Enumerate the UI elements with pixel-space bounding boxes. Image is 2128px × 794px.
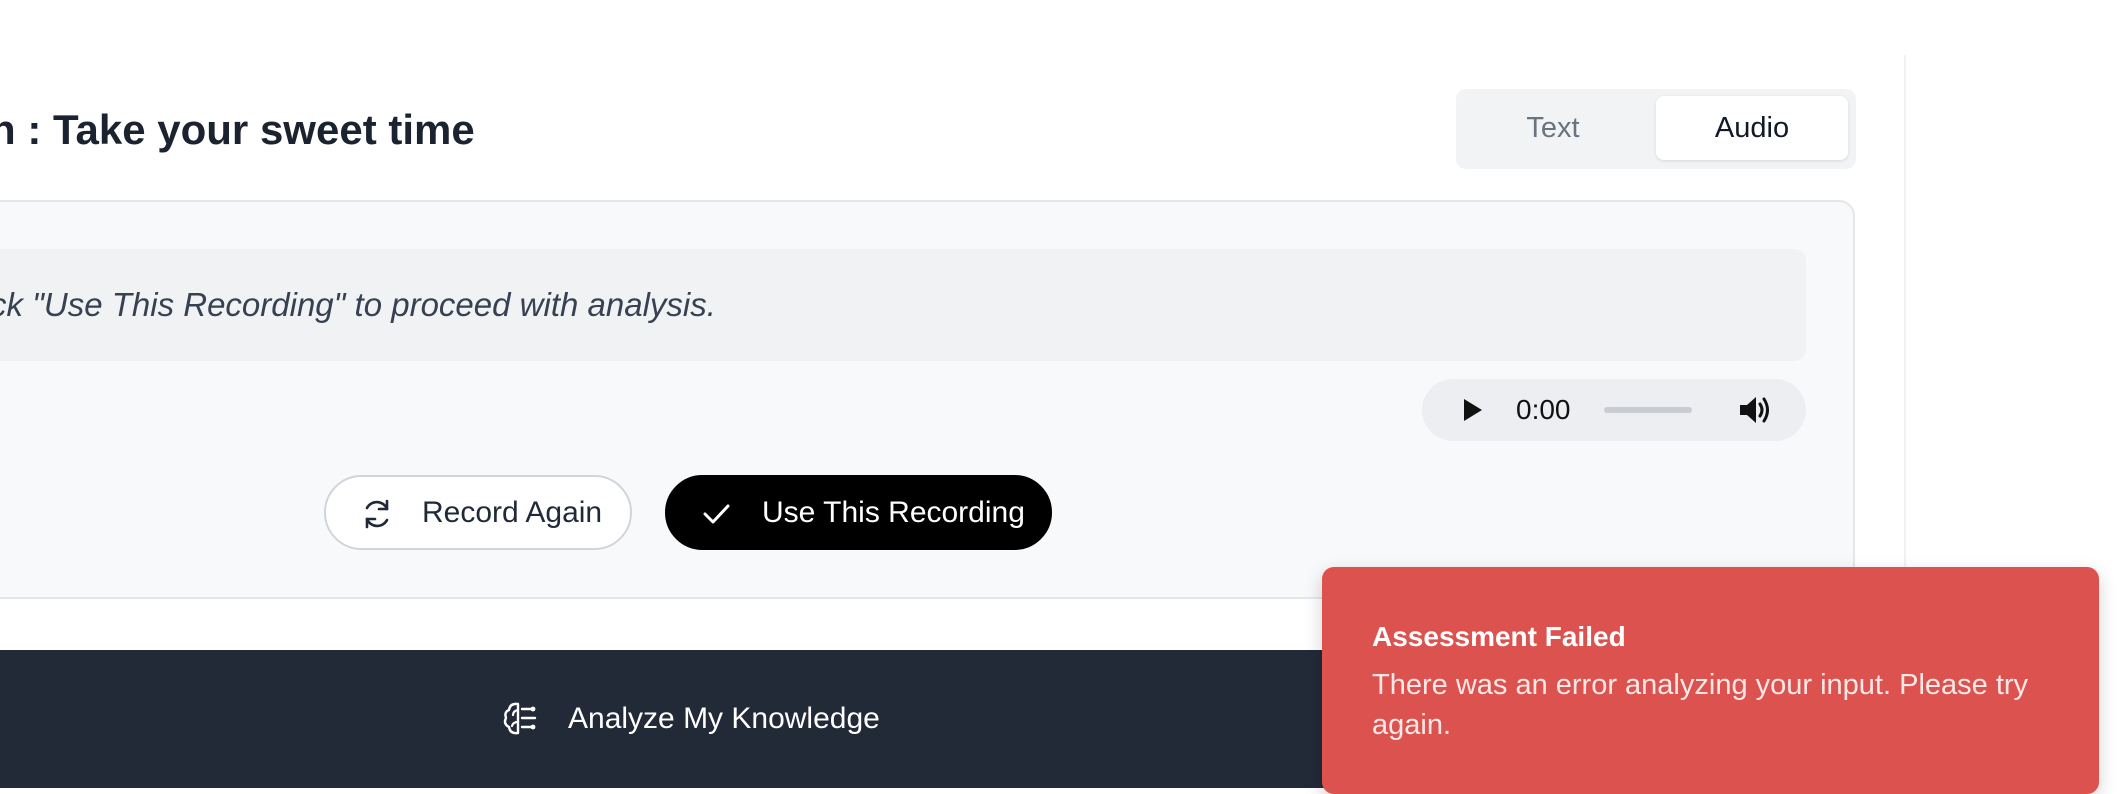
record-again-button[interactable]: Record Again <box>324 475 632 550</box>
analyze-knowledge-label: Analyze My Knowledge <box>568 702 880 735</box>
play-icon[interactable] <box>1457 395 1487 425</box>
record-again-label: Record Again <box>422 496 603 529</box>
audio-seek-slider[interactable] <box>1604 407 1692 413</box>
tab-text[interactable]: Text <box>1460 96 1646 160</box>
refresh-icon <box>360 497 394 531</box>
audio-player: 0:00 <box>1422 379 1806 441</box>
tab-audio[interactable]: Audio <box>1656 96 1848 160</box>
brain-icon <box>502 700 538 738</box>
error-toast[interactable]: Assessment Failed There was an error ana… <box>1322 567 2099 794</box>
page: n : Take your sweet time Text Audio ck "… <box>0 0 2128 794</box>
volume-icon[interactable] <box>1737 393 1773 427</box>
mode-toggle: Text Audio <box>1456 89 1856 169</box>
toast-title: Assessment Failed <box>1372 621 1626 652</box>
page-title: n : Take your sweet time <box>0 106 475 153</box>
audio-time: 0:00 <box>1516 394 1571 425</box>
toast-message: There was an error analyzing your input.… <box>1372 669 2029 741</box>
instruction-text: ck "Use This Recording" to proceed with … <box>0 286 716 323</box>
check-icon <box>699 497 733 531</box>
use-recording-button[interactable]: Use This Recording <box>665 475 1052 550</box>
use-recording-label: Use This Recording <box>762 496 1025 529</box>
